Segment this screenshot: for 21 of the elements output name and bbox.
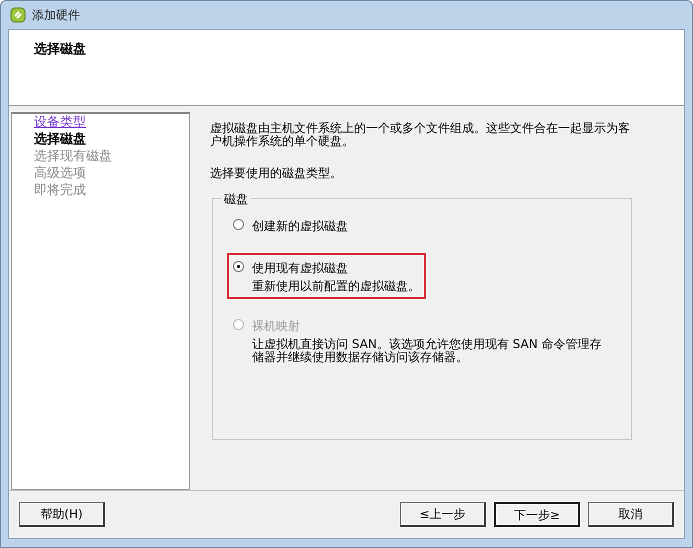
option-label: 使用现有虚拟磁盘 (252, 260, 349, 277)
radio-button[interactable] (233, 219, 244, 230)
option-label: 裸机映射 (252, 318, 301, 335)
radio-button[interactable] (233, 261, 244, 272)
intro-text: 虚拟磁盘由主机文件系统上的一个或多个文件组成。这些文件合在一起显示为客户机操作系统的单个硬盘。 (210, 122, 631, 148)
option-label: 创建新的虚拟磁盘 (252, 218, 348, 235)
step-label: 选择磁盘 (34, 132, 86, 147)
dialog-button[interactable]: ≤上一步 (400, 502, 486, 527)
step-link[interactable]: 设备类型 (34, 115, 86, 130)
step-label: 即将完成 (34, 183, 86, 198)
step-label: 选择现有磁盘 (34, 149, 112, 164)
prompt-text: 选择要使用的磁盘类型。 (210, 165, 343, 182)
dialog-button[interactable]: 取消 (588, 502, 674, 527)
option-description: 重新使用以前配置的虚拟磁盘。 (252, 280, 420, 293)
option-description: 让虚拟机直接访问 SAN。该选项允许您使用现有 SAN 命令管理存储器并继续使用数据存储访问该存储器。 (252, 338, 602, 364)
dialog-button[interactable]: 帮助(H) (19, 502, 105, 527)
window-title: 添加硬件 (32, 7, 80, 24)
step-label: 高级选项 (34, 166, 86, 181)
app-icon (10, 7, 26, 23)
page-title: 选择磁盘 (34, 41, 87, 59)
dialog-button[interactable]: 下一步≥ (494, 502, 580, 527)
